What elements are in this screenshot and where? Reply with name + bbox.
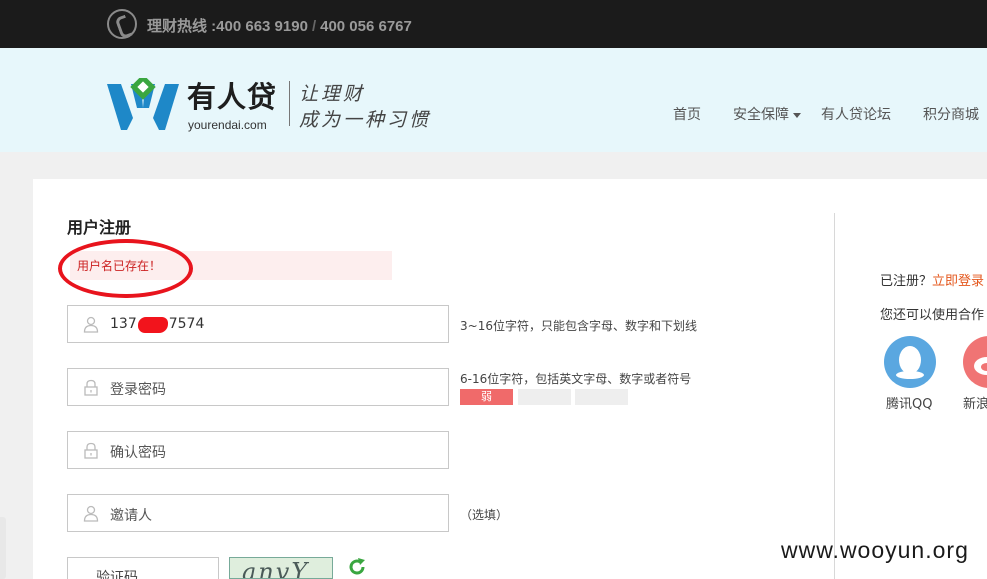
password-hint: 6-16位字符，包括英文字母、数字或者符号 — [460, 372, 692, 386]
brand-name[interactable]: 有人贷 — [187, 74, 277, 116]
nav-points-mall-label: 积分商城 — [923, 107, 979, 123]
redaction-mark — [138, 317, 168, 333]
nav-forum-label: 有人贷论坛 — [821, 107, 891, 123]
login-link[interactable]: 立即登录 — [932, 274, 984, 289]
slogan-line-1: 让理财 — [299, 83, 366, 105]
password-strength-weak: 弱 — [460, 389, 513, 405]
qq-icon — [896, 346, 924, 379]
username-input[interactable]: 137 7574 — [67, 305, 449, 343]
nav-points-mall[interactable]: 积分商城 — [923, 104, 979, 124]
chevron-down-icon — [793, 112, 801, 118]
username-value-prefix: 137 — [110, 316, 137, 332]
hotline-phone-2: 400 056 6767 — [320, 18, 412, 35]
qq-label: 腾讯QQ — [886, 397, 933, 412]
inviter-placeholder: 邀请人 — [110, 508, 152, 524]
weibo-label: 新浪 — [963, 397, 987, 412]
username-hint: 3~16位字符，只能包含字母、数字和下划线 — [460, 319, 697, 333]
inviter-hint: （选填） — [460, 508, 509, 522]
logo-divider — [289, 81, 290, 126]
phone-icon — [107, 9, 137, 39]
nav-security[interactable]: 安全保障 — [733, 104, 801, 124]
registered-text: 已注册？立即登录 — [880, 270, 984, 289]
confirm-password-placeholder: 确认密码 — [110, 445, 166, 461]
refresh-icon[interactable] — [347, 557, 367, 577]
logo-icon[interactable] — [107, 78, 179, 130]
partner-login-text: 您还可以使用合作 — [880, 308, 985, 323]
nav-security-label: 安全保障 — [733, 107, 789, 123]
site-header: 有人贷 yourendai.com 让理财 成为一种习惯 首页 安全保障 有人贷… — [0, 48, 987, 152]
hotline-text: 理财热线 :400 663 9190/400 056 6767 — [147, 15, 412, 36]
panel-divider — [834, 213, 835, 579]
highlight-annotation — [58, 239, 193, 298]
qq-login-button[interactable] — [884, 336, 936, 388]
password-strength-medium — [518, 389, 571, 405]
lock-icon — [84, 442, 98, 459]
weibo-icon — [974, 357, 987, 375]
user-icon — [83, 505, 99, 522]
hotline-separator: / — [311, 18, 317, 35]
captcha-image[interactable]: anvY — [229, 557, 333, 579]
password-placeholder: 登录密码 — [110, 382, 166, 398]
confirm-password-input[interactable]: 确认密码 — [67, 431, 449, 469]
slogan-line-2: 成为一种习惯 — [299, 109, 432, 131]
captcha-input[interactable]: 验证码 — [67, 557, 219, 579]
lock-icon — [84, 379, 98, 396]
page-title: 用户注册 — [67, 218, 132, 237]
captcha-text: anvY — [242, 558, 310, 579]
user-icon — [83, 316, 99, 333]
side-widget[interactable] — [0, 517, 6, 579]
registered-prefix: 已注册？ — [880, 274, 933, 289]
nav-home-label: 首页 — [673, 107, 701, 123]
hotline-label: 理财热线 : — [147, 18, 217, 35]
password-strength-strong — [575, 389, 628, 405]
top-bar: 理财热线 :400 663 9190/400 056 6767 — [0, 0, 987, 48]
username-value-suffix: 7574 — [168, 316, 205, 332]
inviter-input[interactable]: 邀请人 — [67, 494, 449, 532]
nav-home[interactable]: 首页 — [673, 104, 701, 124]
captcha-placeholder: 验证码 — [96, 570, 138, 579]
password-input[interactable]: 登录密码 — [67, 368, 449, 406]
weibo-login-button[interactable] — [963, 336, 987, 388]
watermark: www.wooyun.org — [781, 537, 969, 563]
hotline-phone-1: 400 663 9190 — [216, 18, 308, 35]
nav-forum[interactable]: 有人贷论坛 — [821, 104, 891, 124]
brand-url: yourendai.com — [188, 118, 267, 132]
